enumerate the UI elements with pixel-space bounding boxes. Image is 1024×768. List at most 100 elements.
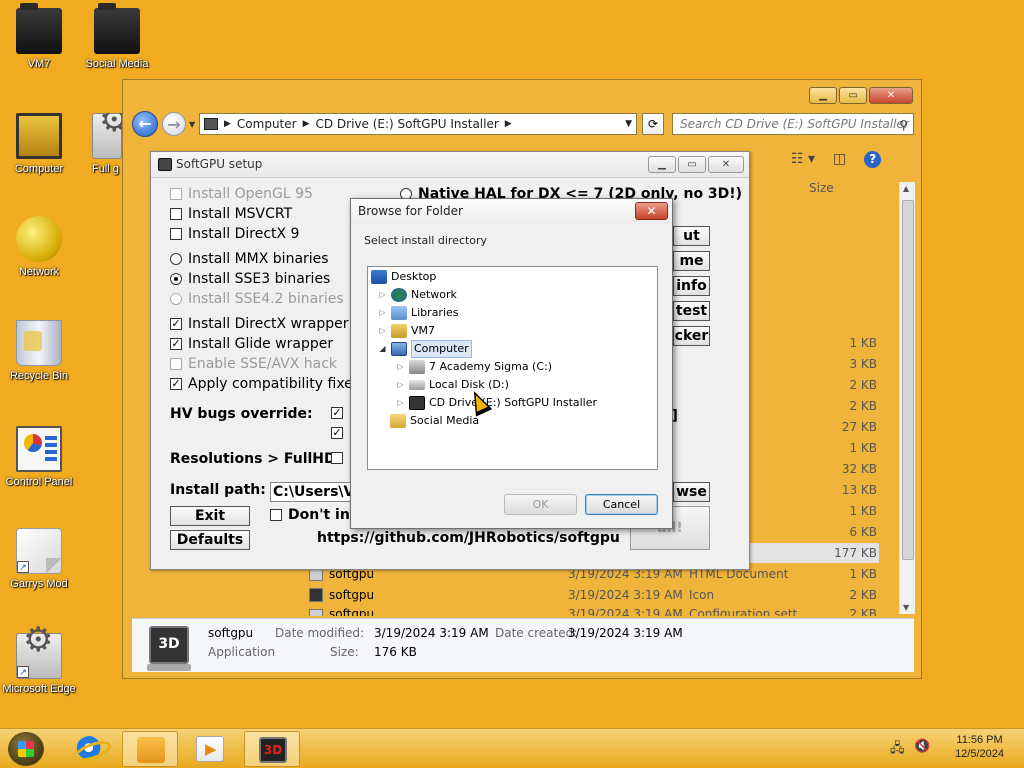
test-button[interactable]: test — [673, 301, 710, 321]
tree-node-computer[interactable]: ◢ Computer — [378, 340, 472, 358]
checkbox-checked[interactable]: ✓ — [331, 427, 343, 439]
breadcrumb-cd-drive[interactable]: CD Drive (E:) SoftGPU Installer — [316, 114, 499, 134]
checkbox-checked[interactable]: ✓ — [331, 407, 343, 419]
hv-override-checkbox-1[interactable]: ✓ — [331, 407, 343, 419]
close-button[interactable]: ✕ — [869, 87, 913, 104]
checkbox[interactable] — [331, 452, 343, 464]
back-button[interactable]: ← — [132, 111, 158, 137]
browse-button[interactable]: wse — [673, 482, 710, 502]
checkbox[interactable] — [170, 228, 182, 240]
option-directx9[interactable]: Install DirectX 9 — [170, 226, 299, 242]
defaults-button[interactable]: Defaults — [170, 530, 250, 550]
option-sse42[interactable]: Install SSE4.2 binaries — [170, 291, 344, 307]
desktop-icon-control-panel[interactable]: Control Panel — [0, 426, 78, 489]
volume-muted-icon[interactable]: 🔇 — [914, 739, 930, 754]
collapse-arrow-icon[interactable]: ◢ — [378, 341, 387, 357]
tree-node-libraries[interactable]: ▷ Libraries — [378, 305, 459, 321]
network-status-icon[interactable]: 🖧 — [890, 739, 905, 761]
expand-arrow-icon[interactable]: ▷ — [396, 377, 405, 393]
tree-node-desktop[interactable]: Desktop — [371, 269, 436, 285]
help-icon[interactable]: ? — [864, 151, 882, 168]
file-row[interactable]: softgpu 3/19/2024 3:19 AM Configuration … — [309, 606, 879, 616]
taskbar-softgpu[interactable]: 3D — [244, 731, 300, 767]
column-header-size[interactable]: Size — [809, 181, 834, 195]
info-button[interactable]: info — [673, 276, 710, 296]
expand-arrow-icon[interactable]: ▷ — [396, 359, 405, 375]
checkbox[interactable] — [170, 188, 182, 200]
tree-node-vm7[interactable]: ▷ VM7 — [378, 323, 435, 339]
readme-button[interactable]: me — [673, 251, 710, 271]
checker-button[interactable]: cker — [673, 326, 710, 346]
expand-arrow-icon[interactable]: ▷ — [378, 305, 387, 321]
search-input[interactable]: Search CD Drive (E:) SoftGPU Installer ⚲ — [672, 113, 914, 135]
close-button[interactable]: ✕ — [635, 202, 668, 220]
tree-node-drive-c[interactable]: ▷ 7 Academy Sigma (C:) — [396, 359, 552, 375]
desktop-icon-social-media[interactable]: Social Media — [78, 3, 156, 71]
desktop-icon-full-g[interactable]: Full g — [78, 113, 122, 176]
checkbox[interactable] — [270, 509, 282, 521]
tree-node-drive-d[interactable]: ▷ Local Disk (D:) — [396, 377, 508, 393]
checkbox[interactable] — [170, 208, 182, 220]
maximize-button[interactable]: ▭ — [839, 87, 867, 104]
refresh-button[interactable]: ⟳ — [642, 113, 664, 135]
option-sse-avx[interactable]: Enable SSE/AVX hack — [170, 356, 337, 372]
desktop-icon-microsoft-edge[interactable]: ↗ Microsoft Edge — [0, 633, 78, 696]
cancel-button[interactable]: Cancel — [585, 494, 658, 515]
minimize-button[interactable]: ▁ — [648, 156, 676, 173]
folder-tree[interactable]: Desktop ▷ Network ▷ Libraries ▷ VM7 ◢ Comput… — [367, 266, 658, 470]
view-options-icon[interactable]: ☷ ▾ — [791, 151, 815, 168]
scroll-down-icon[interactable]: ▼ — [903, 603, 909, 612]
about-button[interactable]: ut — [673, 226, 710, 246]
taskbar-internet-explorer[interactable] — [62, 731, 118, 767]
vertical-scrollbar[interactable]: ▲ ▼ — [899, 182, 915, 614]
checkbox-checked[interactable]: ✓ — [170, 378, 182, 390]
recent-pages-dropdown[interactable]: ▼ — [189, 120, 195, 129]
exit-button[interactable]: Exit — [170, 506, 250, 526]
ok-button[interactable]: OK — [504, 494, 577, 515]
desktop-icon-recycle-bin[interactable]: Recycle Bin — [0, 320, 78, 383]
taskbar-file-explorer[interactable] — [122, 731, 178, 767]
tree-node-social-media[interactable]: Social Media — [390, 413, 479, 429]
scroll-up-icon[interactable]: ▲ — [903, 184, 909, 193]
install-path-input[interactable]: C:\Users\VM — [270, 482, 354, 502]
option-glide-wrapper[interactable]: ✓ Install Glide wrapper — [170, 336, 333, 352]
expand-arrow-icon[interactable]: ▷ — [378, 323, 387, 339]
radio-button[interactable] — [170, 253, 182, 265]
close-button[interactable]: ✕ — [708, 156, 744, 173]
checkbox-checked[interactable]: ✓ — [170, 318, 182, 330]
radio-button[interactable] — [170, 293, 182, 305]
expand-arrow-icon[interactable]: ▷ — [378, 287, 387, 303]
preview-pane-icon[interactable]: ◫ — [833, 151, 846, 168]
taskbar-media-player[interactable] — [182, 731, 238, 767]
option-dx-wrapper[interactable]: ✓ Install DirectX wrapper — [170, 316, 348, 332]
tree-node-network[interactable]: ▷ Network — [378, 287, 457, 303]
start-button[interactable] — [8, 732, 44, 766]
hv-override-checkbox-2[interactable]: ✓ — [331, 427, 343, 439]
desktop-icon-vm7[interactable]: VM7 — [0, 3, 78, 71]
forward-button[interactable]: → — [162, 112, 186, 136]
address-bar[interactable]: ▶ Computer ▶ CD Drive (E:) SoftGPU Insta… — [199, 113, 637, 135]
expand-arrow-icon[interactable]: ▷ — [396, 395, 405, 411]
minimize-button[interactable]: ▁ — [809, 87, 837, 104]
checkbox-checked[interactable]: ✓ — [170, 338, 182, 350]
search-icon[interactable]: ⚲ — [899, 115, 908, 135]
scrollbar-thumb[interactable] — [902, 200, 914, 560]
option-mmx[interactable]: Install MMX binaries — [170, 251, 329, 267]
option-opengl95[interactable]: Install OpenGL 95 — [170, 186, 313, 202]
option-sse3[interactable]: Install SSE3 binaries — [170, 271, 330, 287]
desktop-icon-network[interactable]: Network — [0, 216, 78, 279]
tree-node-drive-e[interactable]: ▷ CD Drive (E:) SoftGPU Installer — [396, 395, 597, 411]
resolution-checkbox[interactable] — [331, 452, 343, 464]
radio-button-selected[interactable] — [170, 273, 182, 285]
clock[interactable]: 11:56 PM 12/5/2024 — [955, 733, 1004, 761]
desktop-icon-garrys-mod[interactable]: ↗ Garrys Mod — [0, 528, 78, 591]
option-compat[interactable]: ✓ Apply compatibility fixes — [170, 376, 360, 392]
option-msvcrt[interactable]: Install MSVCRT — [170, 206, 292, 222]
address-dropdown-icon[interactable]: ▼ — [625, 114, 632, 134]
desktop-icon-computer[interactable]: Computer — [0, 113, 78, 176]
breadcrumb-computer[interactable]: Computer — [237, 114, 297, 134]
file-row[interactable]: softgpu 3/19/2024 3:19 AM Icon 2 KB — [309, 585, 879, 605]
maximize-button[interactable]: ▭ — [678, 156, 706, 173]
github-link[interactable]: https://github.com/JHRobotics/softgpu — [317, 530, 620, 546]
checkbox[interactable] — [170, 358, 182, 370]
